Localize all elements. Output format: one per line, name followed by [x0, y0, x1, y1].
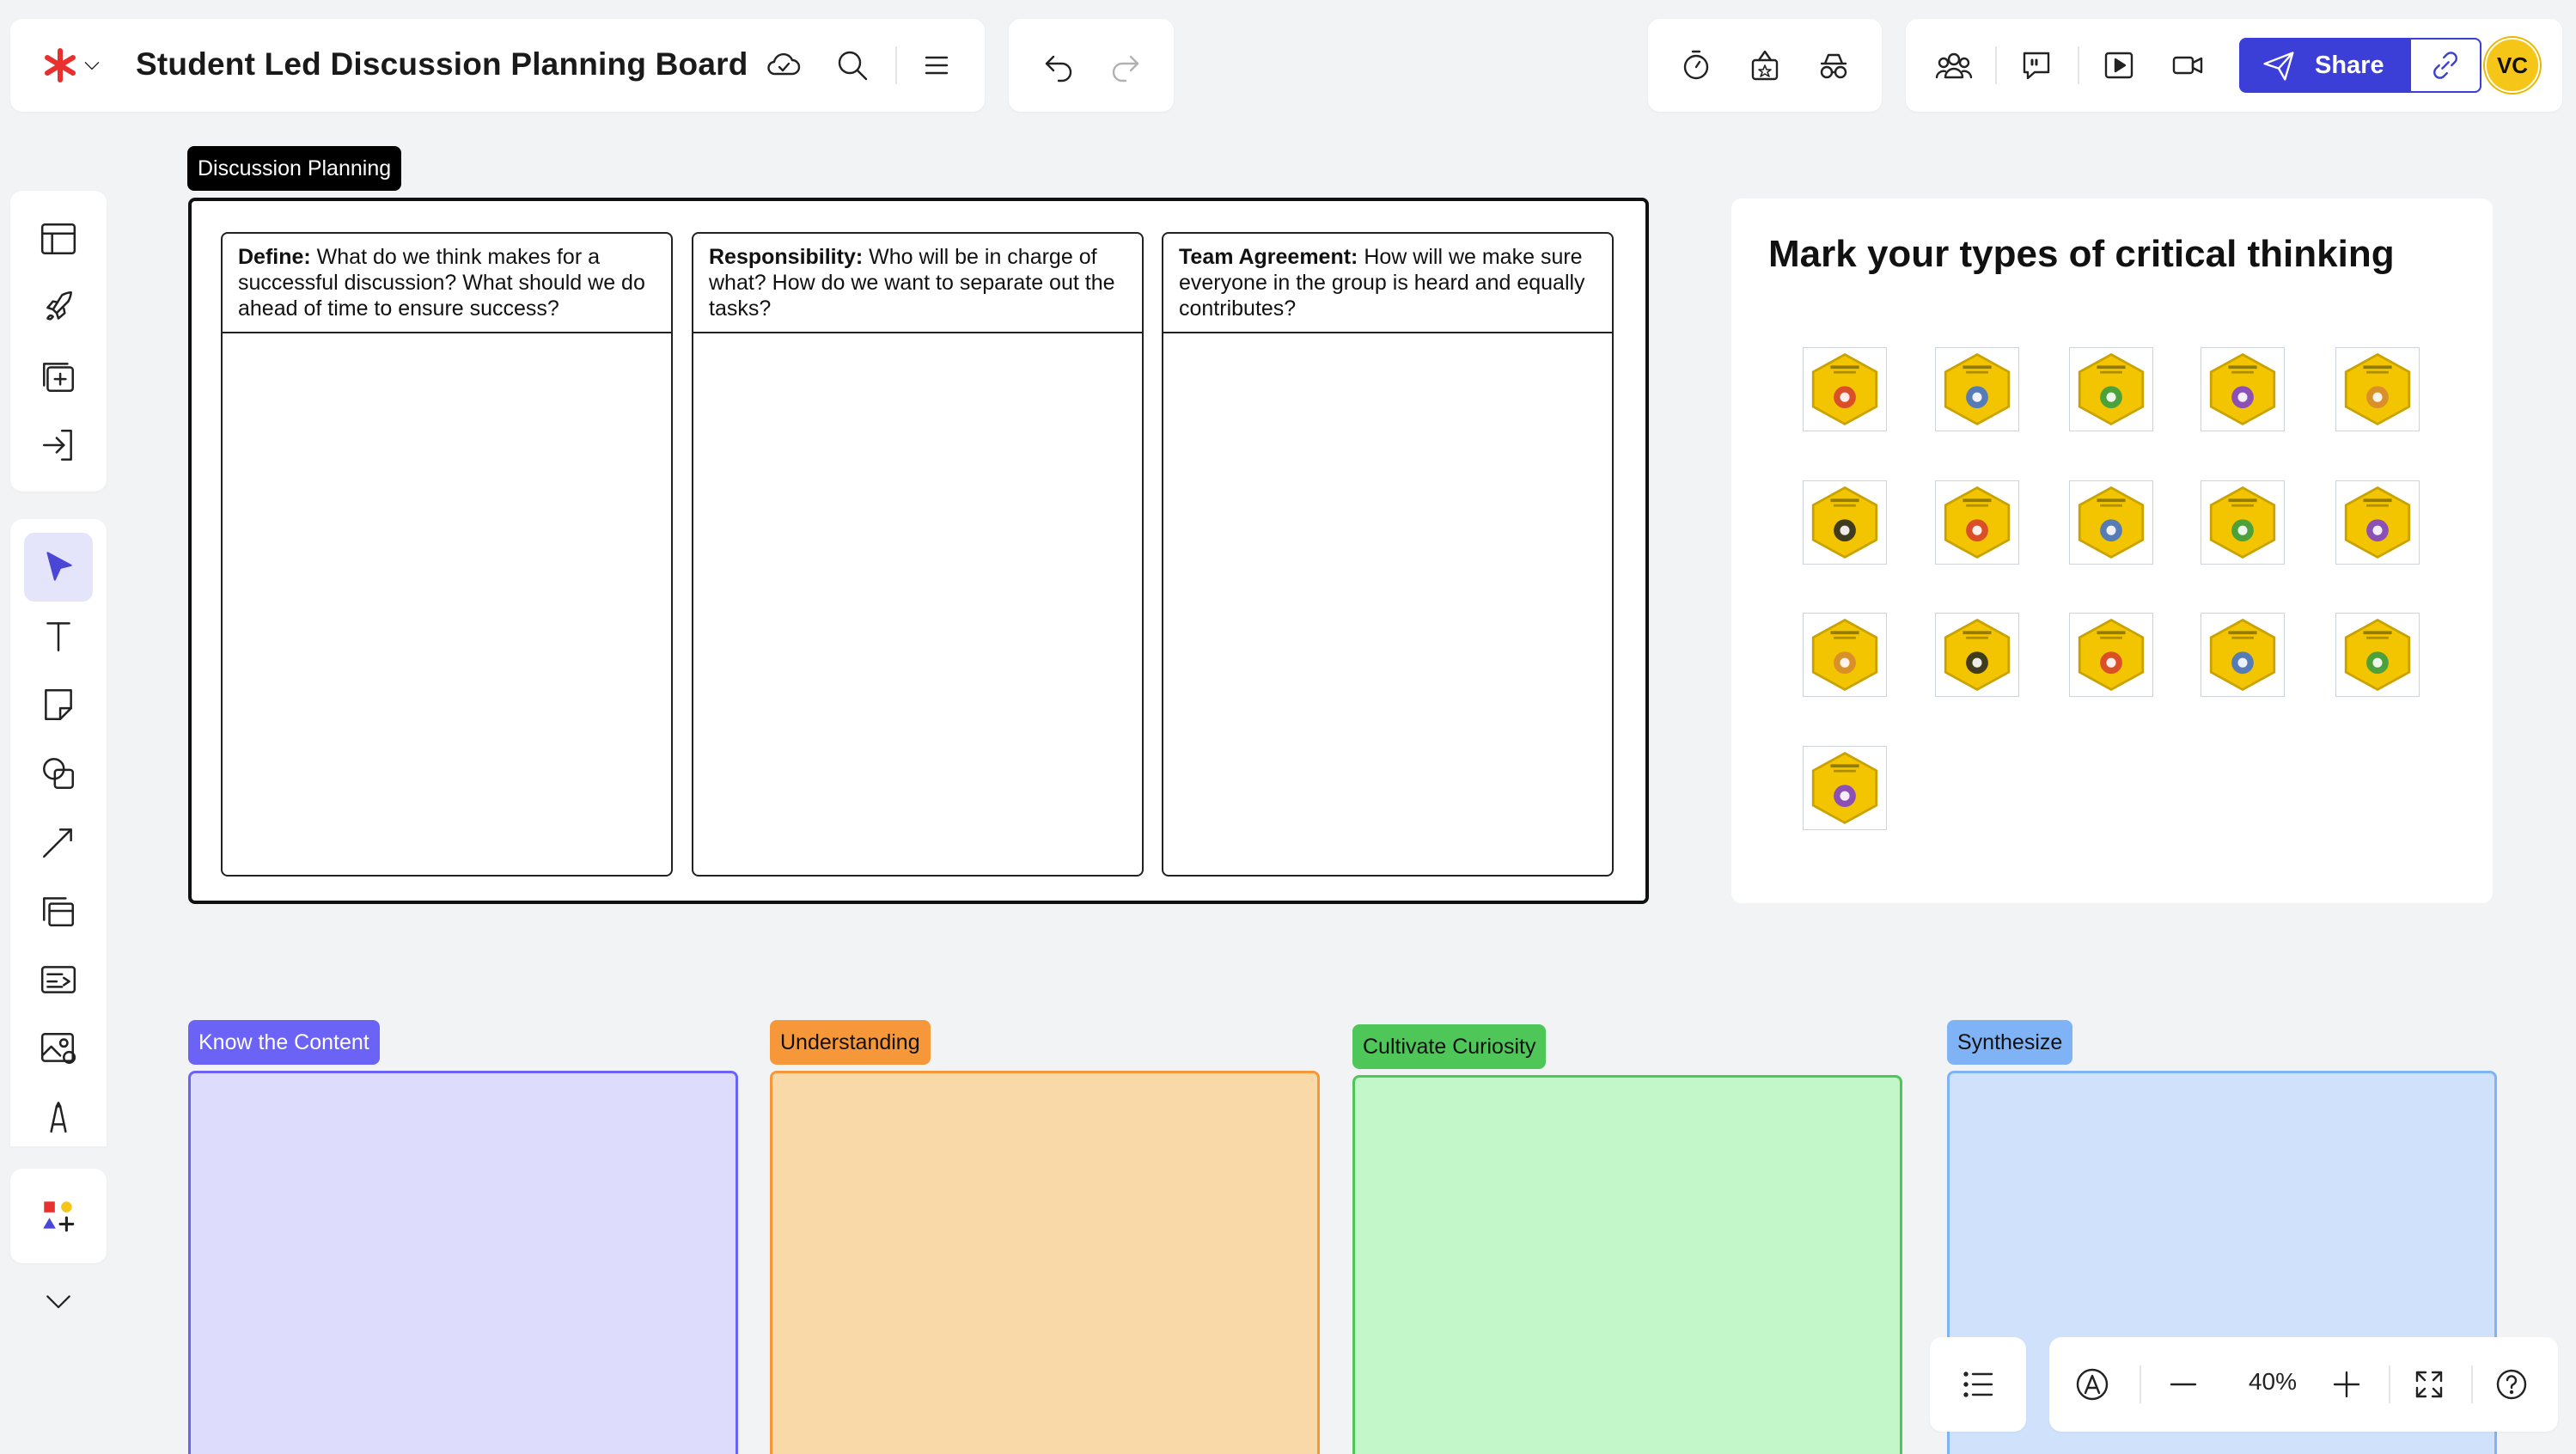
avatar-initials: VC — [2496, 52, 2529, 78]
responsibility-column-header: Responsibility: Who will be in charge of… — [693, 234, 1142, 333]
undo-icon[interactable] — [1035, 41, 1083, 89]
private-mode-icon[interactable] — [1810, 41, 1858, 89]
critical-thinking-icon[interactable] — [1803, 613, 1887, 697]
evaluation-icon[interactable] — [1803, 347, 1887, 431]
pen-icon[interactable] — [24, 1083, 93, 1152]
frame-label-understanding[interactable]: Understanding — [770, 1020, 931, 1065]
apps-icon[interactable] — [24, 1182, 93, 1250]
cultivate-curiosity-frame[interactable] — [1352, 1075, 1902, 1454]
zoom-in-icon[interactable] — [2323, 1360, 2371, 1408]
collaborators-icon[interactable] — [1930, 41, 1978, 89]
fit-screen-icon[interactable] — [2405, 1360, 2453, 1408]
outline-panel — [1930, 1337, 2026, 1432]
share-label: Share — [2315, 52, 2384, 79]
history-panel — [1009, 19, 1174, 112]
connector-icon[interactable] — [24, 808, 93, 877]
define-column[interactable]: Define: What do we think makes for a suc… — [221, 232, 673, 877]
know-the-content-frame[interactable] — [188, 1071, 738, 1454]
fact-checking-icon[interactable] — [1803, 746, 1887, 830]
board-title[interactable]: Student Led Discussion Planning Board — [136, 46, 748, 82]
timer-icon[interactable] — [1672, 41, 1720, 89]
avatar[interactable]: VC — [2485, 38, 2540, 93]
collaborative-inquiry-icon[interactable] — [2069, 613, 2153, 697]
import-icon[interactable] — [24, 411, 93, 480]
search-icon[interactable] — [828, 41, 876, 89]
accessibility-icon[interactable] — [2068, 1360, 2116, 1408]
redo-icon[interactable] — [1102, 41, 1150, 89]
sidebar-top-panel — [10, 191, 107, 492]
critical-thinking-title: Mark your types of critical thinking — [1768, 233, 2395, 275]
menu-icon[interactable] — [913, 41, 961, 89]
self-discipline-icon[interactable] — [2069, 480, 2153, 565]
frame-label-synthesize[interactable]: Synthesize — [1947, 1020, 2073, 1065]
precision-icon[interactable] — [2335, 347, 2420, 431]
zoom-out-icon[interactable] — [2159, 1360, 2207, 1408]
cross-cultural-icon[interactable] — [2335, 480, 2420, 565]
self-reflection-icon[interactable] — [2201, 480, 2285, 565]
questioning-icon[interactable] — [1935, 480, 2019, 565]
sidebar-tools-panel — [10, 519, 107, 1146]
voting-icon[interactable] — [1741, 41, 1789, 89]
rocket-icon[interactable] — [24, 273, 93, 342]
team-agreement-column[interactable]: Team Agreement: How will we make sure ev… — [1162, 232, 1614, 877]
list-icon[interactable] — [1954, 1360, 2002, 1408]
image-icon[interactable] — [24, 1014, 93, 1083]
logo-asterisk-icon[interactable] — [36, 41, 84, 89]
cloud-sync-icon[interactable] — [760, 41, 808, 89]
frame-label-cultivate-curiosity[interactable]: Cultivate Curiosity — [1352, 1024, 1547, 1069]
share-button[interactable]: Share — [2239, 38, 2481, 93]
shapes-icon[interactable] — [24, 739, 93, 808]
templates-icon[interactable] — [24, 205, 93, 273]
link-icon — [2433, 52, 2457, 79]
creative-thinking-icon[interactable] — [1935, 613, 2019, 697]
help-icon[interactable] — [2487, 1360, 2536, 1408]
discussion-planning-frame[interactable]: Define: What do we think makes for a suc… — [188, 198, 1649, 904]
critical-thinking-panel[interactable]: Mark your types of critical thinking — [1731, 199, 2493, 903]
present-icon[interactable] — [2095, 41, 2143, 89]
collaboration-panel: Share VC — [1906, 19, 2562, 112]
add-board-icon[interactable] — [24, 342, 93, 411]
zoom-controls-panel: 40% — [2049, 1337, 2558, 1432]
chevron-down-icon[interactable] — [79, 41, 105, 89]
responsibility-column[interactable]: Responsibility: Who will be in charge of… — [692, 232, 1144, 877]
copy-link-button[interactable] — [2409, 38, 2481, 93]
frame-label-know-the-content[interactable]: Know the Content — [188, 1020, 380, 1065]
sticky-note-icon[interactable] — [24, 670, 93, 739]
interpersonal-communication-icon[interactable] — [2201, 347, 2285, 431]
zoom-level[interactable]: 40% — [2230, 1368, 2316, 1396]
tools-panel — [1648, 19, 1882, 112]
define-column-header: Define: What do we think makes for a suc… — [223, 234, 671, 333]
consideration-icon[interactable] — [2201, 613, 2285, 697]
cards-icon[interactable] — [24, 945, 93, 1014]
ethical-decision-icon[interactable] — [2335, 613, 2420, 697]
board-header-panel: Student Led Discussion Planning Board — [10, 19, 985, 112]
sidebar-apps-panel — [10, 1169, 107, 1263]
frame-label-discussion-planning[interactable]: Discussion Planning — [187, 146, 402, 191]
frame-icon[interactable] — [24, 877, 93, 945]
team-agreement-column-header: Team Agreement: How will we make sure ev… — [1163, 234, 1612, 333]
comment-icon[interactable] — [2012, 41, 2060, 89]
historical-perspective-icon[interactable] — [2069, 347, 2153, 431]
problem-solving-icon[interactable] — [1803, 480, 1887, 565]
sidebar-collapse-chevron-icon[interactable] — [24, 1267, 93, 1335]
global-perspective-icon[interactable] — [1935, 347, 2019, 431]
video-icon[interactable] — [2164, 41, 2212, 89]
select-tool-icon[interactable] — [24, 533, 93, 602]
text-tool-icon[interactable] — [24, 602, 93, 670]
send-icon — [2262, 48, 2296, 82]
understanding-frame[interactable] — [770, 1071, 1320, 1454]
